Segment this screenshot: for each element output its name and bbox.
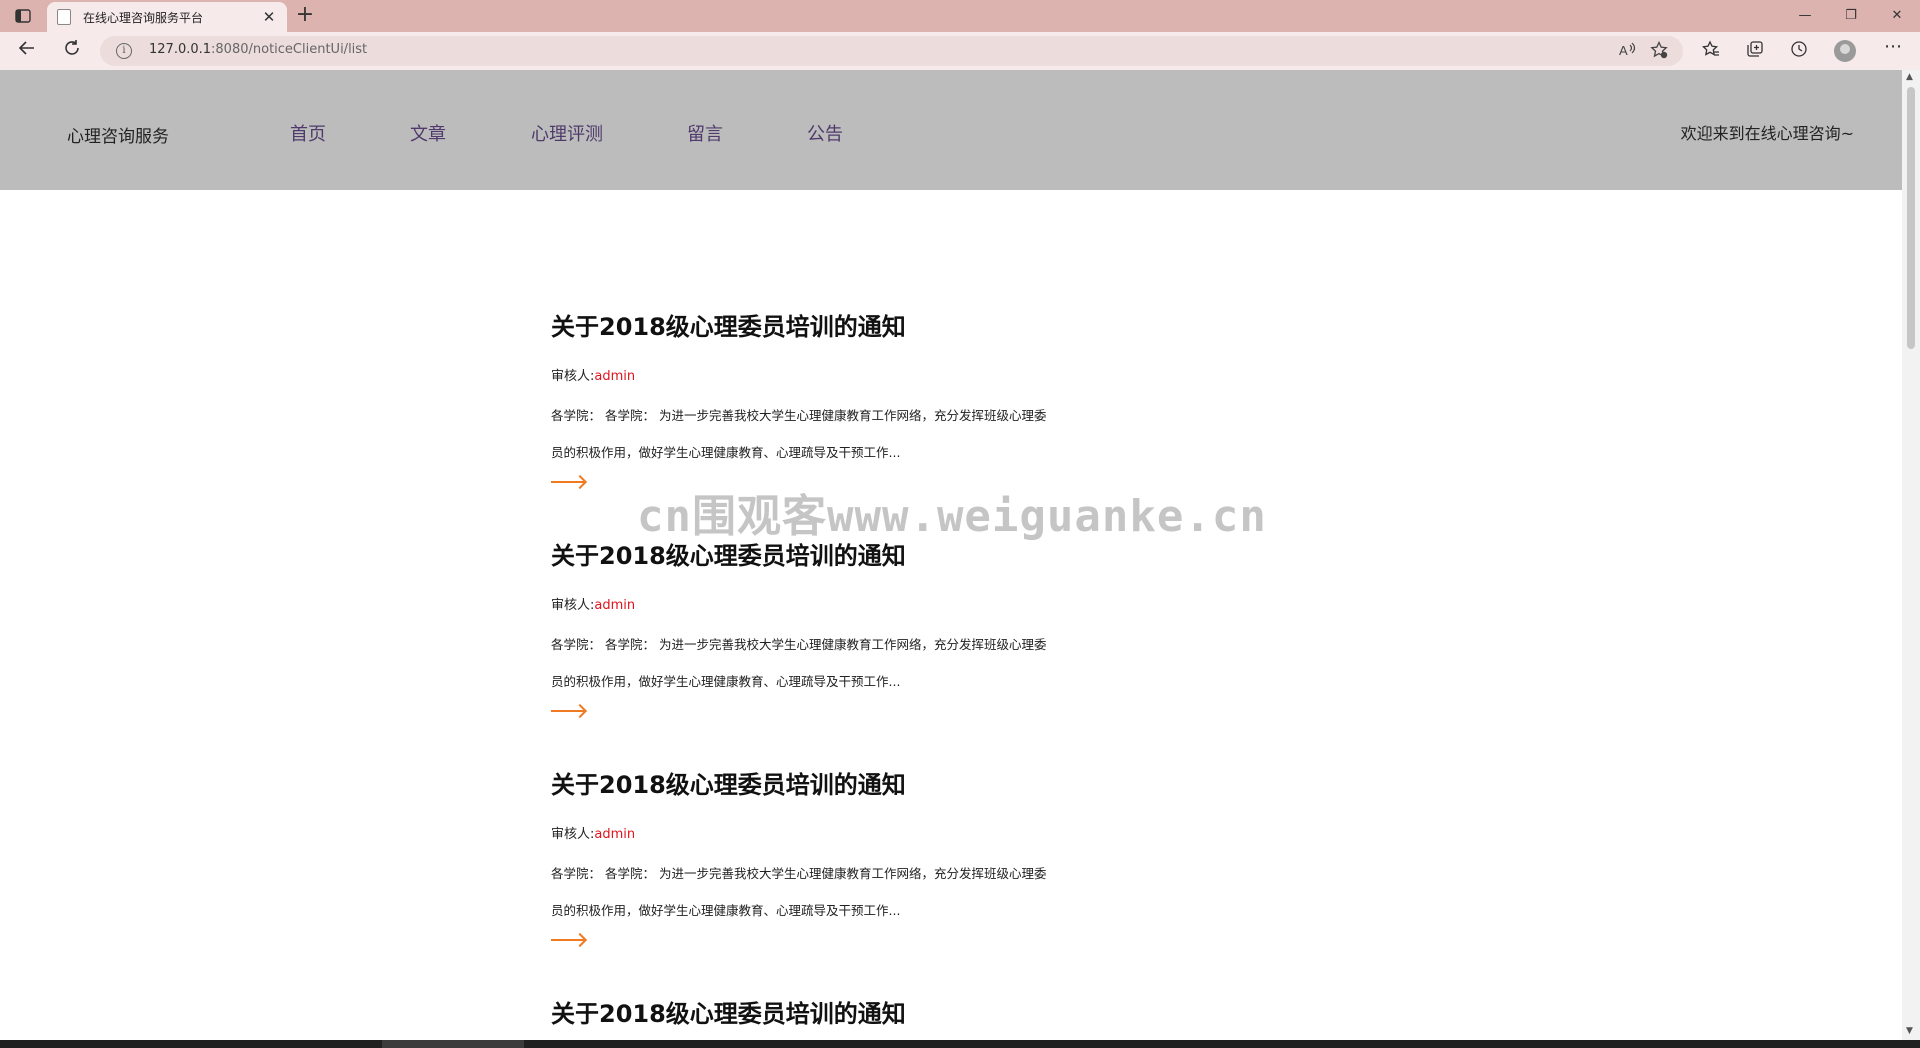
nav-notices[interactable]: 公告: [807, 120, 843, 146]
notice-title[interactable]: 关于2018级心理委员培训的通知: [551, 769, 1151, 801]
notice-reviewer: 审核人:admin: [551, 365, 635, 384]
notice-reviewer: 审核人:admin: [551, 823, 635, 842]
notice-item: 关于2018级心理委员培训的通知 审核人:admin 各学院： 各学院： 为进一…: [551, 311, 1151, 483]
reviewer-name: admin: [594, 598, 636, 613]
notice-reviewer: 审核人:admin: [551, 594, 635, 613]
web-page: 心理咨询服务 首页 文章 心理评测 留言 公告 欢迎来到在线心理咨询~ 关于20…: [0, 70, 1902, 1040]
notice-excerpt: 各学院： 各学院： 为进一步完善我校大学生心理健康教育工作网络，充分发挥班级心理…: [551, 408, 1047, 460]
collections-icon[interactable]: [1744, 40, 1766, 62]
reviewer-name: admin: [594, 827, 636, 842]
site-brand[interactable]: 心理咨询服务: [67, 122, 169, 147]
site-info-icon[interactable]: i: [116, 43, 132, 59]
notice-item: 关于2018级心理委员培训的通知: [551, 998, 1151, 1030]
read-aloud-icon[interactable]: A: [1618, 41, 1636, 63]
favorite-add-icon[interactable]: [1650, 40, 1668, 63]
browser-tab[interactable]: 在线心理咨询服务平台 ✕: [47, 2, 287, 32]
reviewer-name: admin: [594, 369, 636, 384]
reviewer-label: 审核人:: [551, 598, 595, 613]
watermark: cn围观客www.weiguanke.cn: [637, 491, 1267, 542]
nav-messages[interactable]: 留言: [687, 120, 723, 146]
window-restore-button[interactable]: ❐: [1828, 0, 1874, 32]
notice-excerpt: 各学院： 各学院： 为进一步完善我校大学生心理健康教育工作网络，充分发挥班级心理…: [551, 866, 1047, 918]
scroll-down-icon[interactable]: ▼: [1906, 1026, 1913, 1036]
tab-close-icon[interactable]: ✕: [261, 8, 277, 26]
site-header: 心理咨询服务 首页 文章 心理评测 留言 公告 欢迎来到在线心理咨询~: [0, 70, 1902, 190]
nav-home[interactable]: 首页: [290, 120, 326, 146]
scroll-up-icon[interactable]: ▲: [1906, 72, 1913, 82]
reviewer-label: 审核人:: [551, 827, 595, 842]
notice-item: 关于2018级心理委员培训的通知 审核人:admin 各学院： 各学院： 为进一…: [551, 540, 1151, 712]
os-taskbar: [0, 1040, 1920, 1048]
nav-assessment[interactable]: 心理评测: [531, 120, 603, 146]
nav-articles[interactable]: 文章: [410, 120, 446, 146]
reviewer-label: 审核人:: [551, 369, 595, 384]
url-text[interactable]: 127.0.0.1:8080/noticeClientUi/list: [149, 42, 367, 57]
history-icon[interactable]: [1788, 40, 1810, 62]
notice-title[interactable]: 关于2018级心理委员培训的通知: [551, 998, 1151, 1030]
taskbar-active-app[interactable]: [382, 1040, 524, 1048]
scrollbar-thumb[interactable]: [1907, 87, 1915, 349]
tab-actions-icon[interactable]: [12, 6, 34, 26]
url-path: :8080/noticeClientUi/list: [211, 42, 368, 57]
reload-icon[interactable]: [60, 39, 84, 63]
window-minimize-button[interactable]: —: [1782, 0, 1828, 32]
notice-title[interactable]: 关于2018级心理委员培训的通知: [551, 540, 1151, 572]
read-more-arrow-icon[interactable]: [551, 481, 584, 483]
more-icon[interactable]: ⋯: [1882, 36, 1904, 57]
favorites-icon[interactable]: [1700, 40, 1722, 62]
tab-title: 在线心理咨询服务平台: [83, 10, 204, 25]
welcome-text: 欢迎来到在线心理咨询~: [1680, 124, 1854, 143]
read-more-arrow-icon[interactable]: [551, 710, 584, 712]
window-close-button[interactable]: ✕: [1874, 0, 1920, 32]
notice-item: 关于2018级心理委员培训的通知 审核人:admin 各学院： 各学院： 为进一…: [551, 769, 1151, 941]
browser-toolbar: i 127.0.0.1:8080/noticeClientUi/list A ⋯: [0, 32, 1920, 70]
address-bar[interactable]: i 127.0.0.1:8080/noticeClientUi/list A: [100, 36, 1683, 66]
notice-excerpt: 各学院： 各学院： 为进一步完善我校大学生心理健康教育工作网络，充分发挥班级心理…: [551, 637, 1047, 689]
read-more-arrow-icon[interactable]: [551, 939, 584, 941]
page-favicon-icon: [57, 9, 71, 25]
svg-text:A: A: [1619, 43, 1628, 58]
page-scrollbar[interactable]: ▲ ▼: [1902, 70, 1920, 1040]
url-host: 127.0.0.1: [149, 42, 212, 57]
back-icon[interactable]: [15, 39, 39, 63]
profile-icon[interactable]: [1834, 40, 1856, 62]
browser-tab-bar: 在线心理咨询服务平台 ✕ + — ❐ ✕: [0, 0, 1920, 32]
new-tab-button[interactable]: +: [293, 4, 317, 28]
notice-title[interactable]: 关于2018级心理委员培训的通知: [551, 311, 1151, 343]
